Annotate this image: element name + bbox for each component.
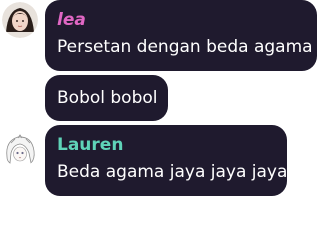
message-bubble[interactable]: lea Persetan dengan beda agama <box>45 0 317 71</box>
message-bubble[interactable]: Lauren Beda agama jaya jaya jaya <box>45 125 287 196</box>
message-text: Persetan dengan beda agama <box>57 37 313 57</box>
avatar-image <box>2 2 38 38</box>
username[interactable]: Lauren <box>57 134 275 156</box>
avatar-image <box>2 131 38 167</box>
username[interactable]: lea <box>57 9 305 31</box>
user-avatar-lauren[interactable] <box>2 131 38 167</box>
message-text: Beda agama jaya jaya jaya <box>57 162 288 182</box>
message-bubble[interactable]: Bobol bobol <box>45 75 168 121</box>
user-avatar-lea[interactable] <box>2 2 38 38</box>
message-text: Bobol bobol <box>57 88 158 108</box>
